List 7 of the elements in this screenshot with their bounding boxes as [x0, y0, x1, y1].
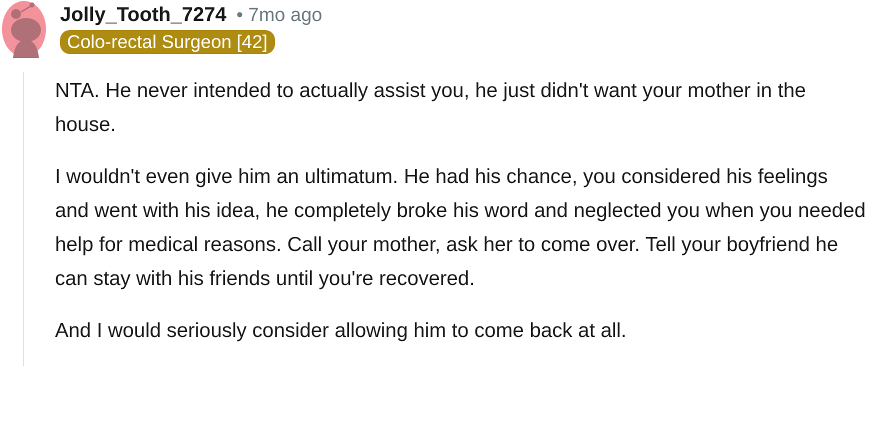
comment-paragraph: NTA. He never intended to actually assist you, he just didn't want your mother in the house.	[55, 79, 807, 138]
avatar-icon[interactable]	[0, 0, 46, 58]
username[interactable]: Jolly_Tooth_7274	[60, 4, 226, 27]
comment-paragraph: And I would seriously consider allowing him to come back at all.	[55, 319, 628, 344]
user-flair: Colo-rectal Surgeon [42]	[60, 30, 275, 54]
timestamp: • 7mo ago	[236, 5, 322, 27]
comment-paragraph: I wouldn't even give him an ultimatum. He had his chance, you considered his feelings and went with his idea, he completely broke his word and neglected you when you needed help for medical reasons. Call your mother, ask her to come over. Tell your boyfriend he can stay with his friends until you're recovered.	[55, 165, 867, 292]
